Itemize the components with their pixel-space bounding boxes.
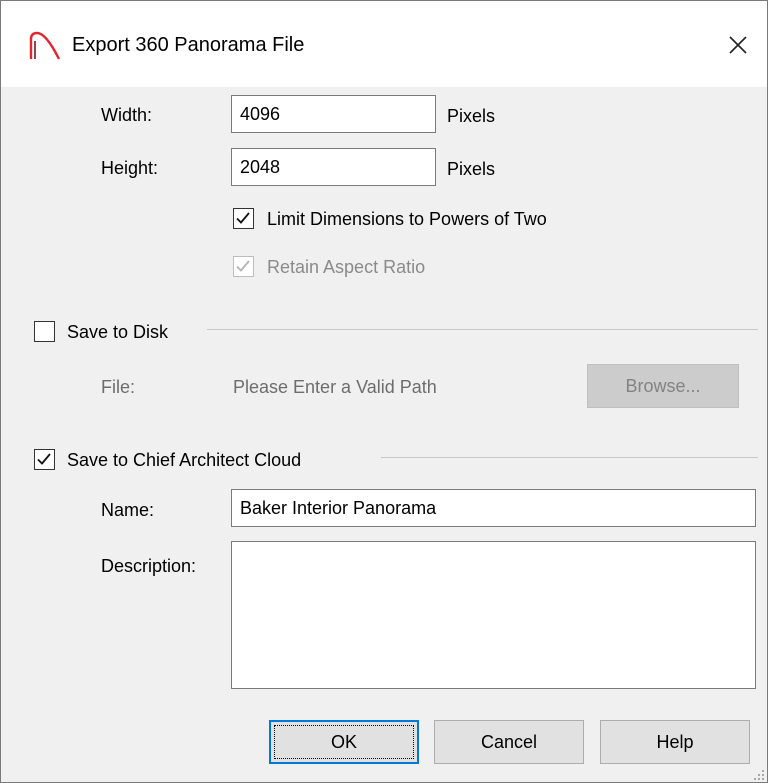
close-icon: [729, 36, 747, 54]
powers-of-two-checkbox[interactable]: [233, 208, 254, 229]
height-label: Height:: [101, 158, 159, 178]
checkmark-icon: [236, 212, 250, 224]
resize-grip-icon[interactable]: [753, 769, 765, 781]
checkmark-icon: [236, 260, 250, 272]
name-label: Name:: [101, 500, 155, 520]
powers-of-two-label[interactable]: Limit Dimensions to Powers of Two: [267, 207, 547, 231]
description-label: Description:: [101, 556, 197, 576]
focus-rectangle: [274, 725, 414, 759]
save-to-cloud-label[interactable]: Save to Chief Architect Cloud: [67, 448, 301, 472]
export-panorama-dialog: Export 360 Panorama File Width: Pixels H…: [0, 0, 768, 783]
file-path-placeholder: Please Enter a Valid Path: [233, 377, 437, 397]
height-input[interactable]: [231, 148, 436, 186]
name-input[interactable]: [231, 489, 756, 527]
width-label: Width:: [101, 105, 153, 125]
save-to-cloud-checkbox[interactable]: [34, 449, 55, 470]
aspect-ratio-checkbox[interactable]: [233, 256, 254, 277]
ok-button[interactable]: OK: [269, 720, 419, 764]
checkmark-icon: [37, 453, 51, 465]
save-to-disk-divider: [207, 329, 758, 330]
help-button[interactable]: Help: [600, 720, 750, 764]
save-to-cloud-divider: [381, 457, 758, 458]
description-textarea[interactable]: [231, 541, 756, 689]
dialog-title: Export 360 Panorama File: [72, 34, 305, 56]
height-unit-label: Pixels: [447, 159, 496, 179]
close-button[interactable]: [713, 21, 763, 69]
aspect-ratio-label[interactable]: Retain Aspect Ratio: [267, 255, 425, 279]
cancel-button[interactable]: Cancel: [434, 720, 584, 764]
save-to-disk-checkbox[interactable]: [34, 321, 55, 342]
title-bar: Export 360 Panorama File: [1, 1, 767, 87]
save-to-disk-label[interactable]: Save to Disk: [67, 320, 168, 344]
chief-architect-logo-icon: [29, 31, 61, 60]
browse-button[interactable]: Browse...: [587, 364, 739, 408]
width-unit-label: Pixels: [447, 106, 496, 126]
file-label: File:: [101, 377, 136, 397]
width-input[interactable]: [231, 95, 436, 133]
